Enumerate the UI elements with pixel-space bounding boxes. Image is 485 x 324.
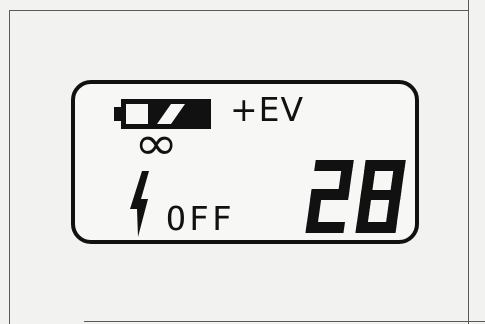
frame-left-border (9, 10, 10, 324)
ev-compensation-label: +EV (230, 90, 305, 129)
frame-top-border (9, 10, 469, 11)
frame-counter-display: 28 (304, 158, 406, 233)
frame-counter-value: 28 (304, 158, 306, 159)
infinity-icon: ∞ (134, 116, 179, 170)
flash-icon (130, 171, 149, 237)
flash-status-label: OFF (166, 199, 235, 238)
frame-bottom-border (84, 321, 485, 322)
frame-right-border (468, 0, 469, 324)
